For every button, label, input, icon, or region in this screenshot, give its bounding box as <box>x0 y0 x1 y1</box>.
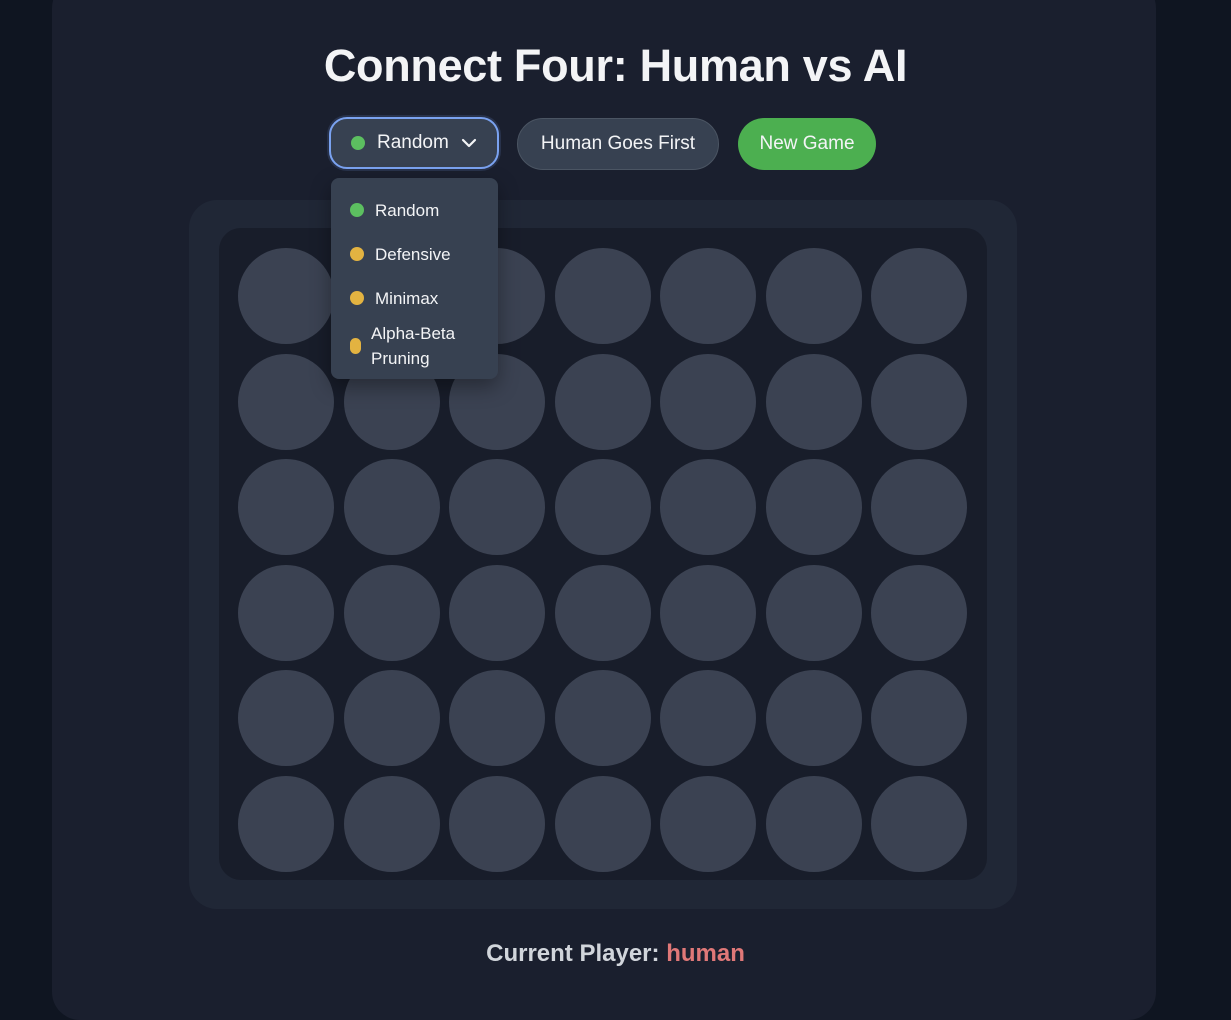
ai-strategy-select[interactable]: Random <box>329 117 499 169</box>
board-cell[interactable] <box>238 564 334 661</box>
board-cell[interactable] <box>554 353 651 450</box>
strategy-status-dot <box>350 338 361 354</box>
strategy-option-random[interactable]: Random <box>331 188 498 232</box>
board-cell[interactable] <box>238 248 334 344</box>
board-cell[interactable] <box>554 248 651 344</box>
board-cell[interactable] <box>660 564 756 661</box>
board-cell[interactable] <box>871 775 967 872</box>
strategy-option-label: Random <box>375 200 440 220</box>
strategy-option-defensive[interactable]: Defensive <box>331 232 498 276</box>
board-cell[interactable] <box>765 670 862 766</box>
board-cell[interactable] <box>660 353 756 450</box>
board-cell[interactable] <box>238 775 334 872</box>
controls-bar: Random Human Goes First New Game <box>0 0 1231 180</box>
board-cell[interactable] <box>449 564 545 661</box>
strategy-status-dot <box>350 203 364 217</box>
board-cell[interactable] <box>871 459 967 555</box>
ai-strategy-selected-label: Random <box>377 132 449 153</box>
board-cell[interactable] <box>765 459 862 555</box>
board-cell[interactable] <box>343 459 440 555</box>
strategy-option-label: Alpha-Beta Pruning <box>371 324 456 368</box>
board-cell[interactable] <box>238 670 334 766</box>
human-goes-first-button[interactable]: Human Goes First <box>517 118 719 170</box>
strategy-status-dot <box>350 247 364 261</box>
board-cell[interactable] <box>238 459 334 555</box>
board-cell[interactable] <box>871 670 967 766</box>
strategy-status-dot <box>350 291 364 305</box>
current-player-status: Current Player: human <box>0 940 1231 968</box>
strategy-status-dot <box>351 136 365 150</box>
new-game-button[interactable]: New Game <box>738 118 876 170</box>
board-cell[interactable] <box>343 775 440 872</box>
board-cell[interactable] <box>343 564 440 661</box>
strategy-option-label: Defensive <box>375 244 451 264</box>
game-board-frame <box>189 200 1017 909</box>
board-cell[interactable] <box>554 564 651 661</box>
board-cell[interactable] <box>660 248 756 344</box>
board-cell[interactable] <box>871 353 967 450</box>
current-player-name: human <box>666 940 745 967</box>
board-cell[interactable] <box>554 459 651 555</box>
chevron-down-icon <box>461 138 476 148</box>
strategy-option-label: Minimax <box>375 288 439 308</box>
board-cell[interactable] <box>554 670 651 766</box>
board-cell[interactable] <box>554 775 651 872</box>
board-cell[interactable] <box>660 775 756 872</box>
board-cell[interactable] <box>871 248 967 344</box>
current-player-prefix: Current Player: <box>486 940 667 967</box>
board-cell[interactable] <box>765 353 862 450</box>
board-cell[interactable] <box>765 564 862 661</box>
strategy-option-minimax[interactable]: Minimax <box>331 276 498 320</box>
board-cell[interactable] <box>765 248 862 344</box>
ai-strategy-dropdown: Random Defensive Minimax Alpha-Beta Prun… <box>331 178 498 379</box>
board-cell[interactable] <box>765 775 862 872</box>
board-cell[interactable] <box>449 459 545 555</box>
board-cell[interactable] <box>660 670 756 766</box>
board-cell[interactable] <box>238 353 334 450</box>
board-cell[interactable] <box>660 459 756 555</box>
board-cell[interactable] <box>449 670 545 766</box>
board-cell[interactable] <box>343 670 440 766</box>
strategy-option-alpha-beta[interactable]: Alpha-Beta Pruning <box>331 320 498 372</box>
board-cell[interactable] <box>871 564 967 661</box>
board-cell[interactable] <box>449 775 545 872</box>
